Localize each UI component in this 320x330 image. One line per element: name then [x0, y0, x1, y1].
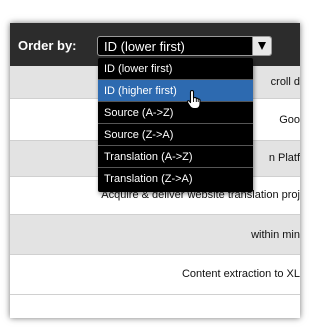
menu-item-id-higher-first[interactable]: ID (higher first) [98, 80, 253, 102]
order-by-selected-value: ID (lower first) [104, 39, 185, 54]
list-item-text: n Platf [268, 152, 300, 164]
list-item[interactable]: within min [10, 215, 300, 255]
chevron-down-icon[interactable] [252, 37, 271, 55]
menu-item-translation-a-z[interactable]: Translation (A->Z) [98, 146, 253, 168]
menu-item-id-lower-first[interactable]: ID (lower first) [98, 58, 253, 80]
list-item-text: croll d [270, 76, 300, 88]
window-frame: Order by: ID (lower first) croll d Goo n… [10, 23, 300, 318]
list-item-text: within min [251, 229, 300, 241]
menu-item-translation-z-a[interactable]: Translation (Z->A) [98, 168, 253, 190]
list-item[interactable]: Content extraction to XL [10, 255, 300, 295]
order-by-label: Order by: [18, 38, 77, 53]
menu-item-source-z-a[interactable]: Source (Z->A) [98, 124, 253, 146]
list-item-text: Goo [279, 114, 300, 126]
menu-item-source-a-z[interactable]: Source (A->Z) [98, 102, 253, 124]
order-by-dropdown-menu: ID (lower first) ID (higher first) Sourc… [98, 58, 253, 192]
order-by-select[interactable]: ID (lower first) [97, 36, 272, 56]
list-item-text: Content extraction to XL [181, 268, 300, 280]
